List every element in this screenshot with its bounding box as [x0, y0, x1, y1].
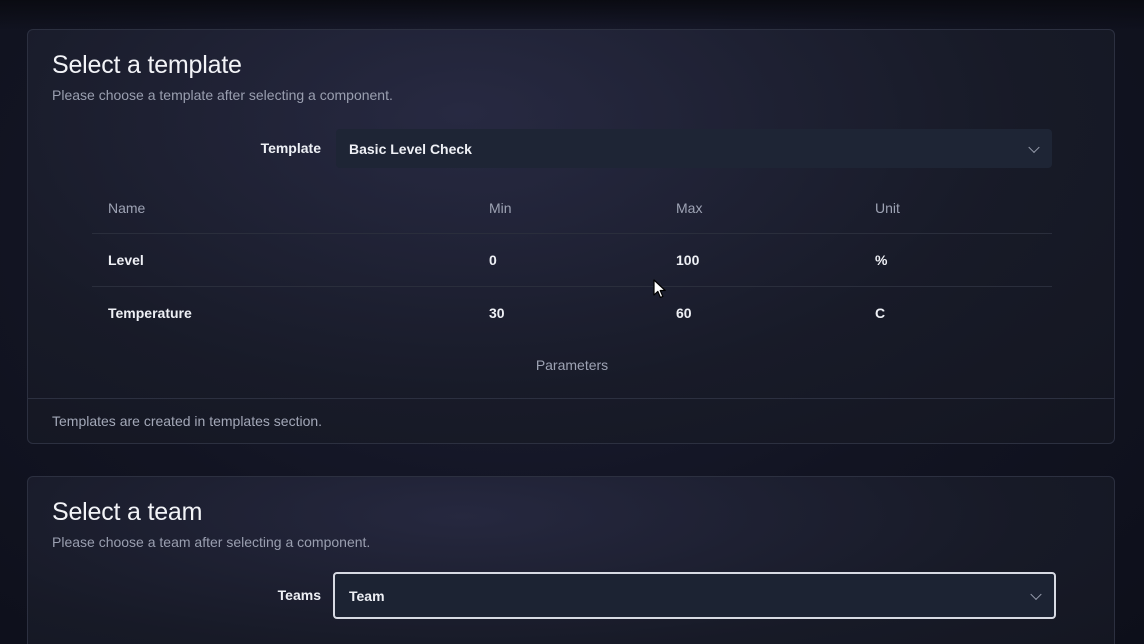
- template-field-label: Template: [260, 140, 321, 156]
- cell-max: 100: [660, 233, 859, 287]
- column-header-max: Max: [660, 183, 859, 234]
- team-card: Select a team Please choose a team after…: [27, 476, 1115, 644]
- column-header-unit: Unit: [859, 183, 1052, 234]
- team-card-subtitle: Please choose a team after selecting a c…: [52, 534, 371, 550]
- column-header-name: Name: [92, 183, 473, 234]
- cell-unit: %: [859, 233, 1052, 287]
- top-shade: [0, 0, 1144, 30]
- template-select[interactable]: Basic Level Check: [336, 129, 1052, 168]
- parameters-table: Name Min Max Unit Level 0 100 % Temperat…: [92, 183, 1052, 339]
- table-row: Level 0 100 %: [92, 233, 1052, 287]
- template-card-footer: Templates are created in templates secti…: [28, 398, 1114, 443]
- team-field-label: Teams: [277, 587, 321, 603]
- template-footer-text: Templates are created in templates secti…: [52, 413, 323, 429]
- cell-unit: C: [875, 305, 886, 321]
- cell-min: 0: [473, 233, 660, 287]
- template-select-value: Basic Level Check: [349, 140, 472, 157]
- template-card-subtitle: Please choose a template after selecting…: [52, 87, 393, 103]
- team-select[interactable]: Team: [333, 572, 1056, 619]
- table-row: Temperature 30 60 C: [92, 287, 1052, 340]
- template-card: Select a template Please choose a templa…: [27, 29, 1115, 444]
- column-header-min: Min: [473, 183, 660, 234]
- chevron-down-icon: [1030, 588, 1042, 600]
- team-select-value: Team: [349, 587, 385, 604]
- cell-max: 60: [676, 305, 692, 321]
- cell-name: Level: [92, 233, 473, 287]
- cell-name: Temperature: [108, 305, 192, 321]
- table-header-row: Name Min Max Unit: [92, 183, 1052, 234]
- chevron-down-icon: [1028, 141, 1040, 153]
- table-caption: Parameters: [535, 357, 609, 373]
- team-card-title: Select a team: [52, 498, 203, 526]
- cell-min: 30: [489, 305, 505, 321]
- template-card-title: Select a template: [52, 51, 242, 79]
